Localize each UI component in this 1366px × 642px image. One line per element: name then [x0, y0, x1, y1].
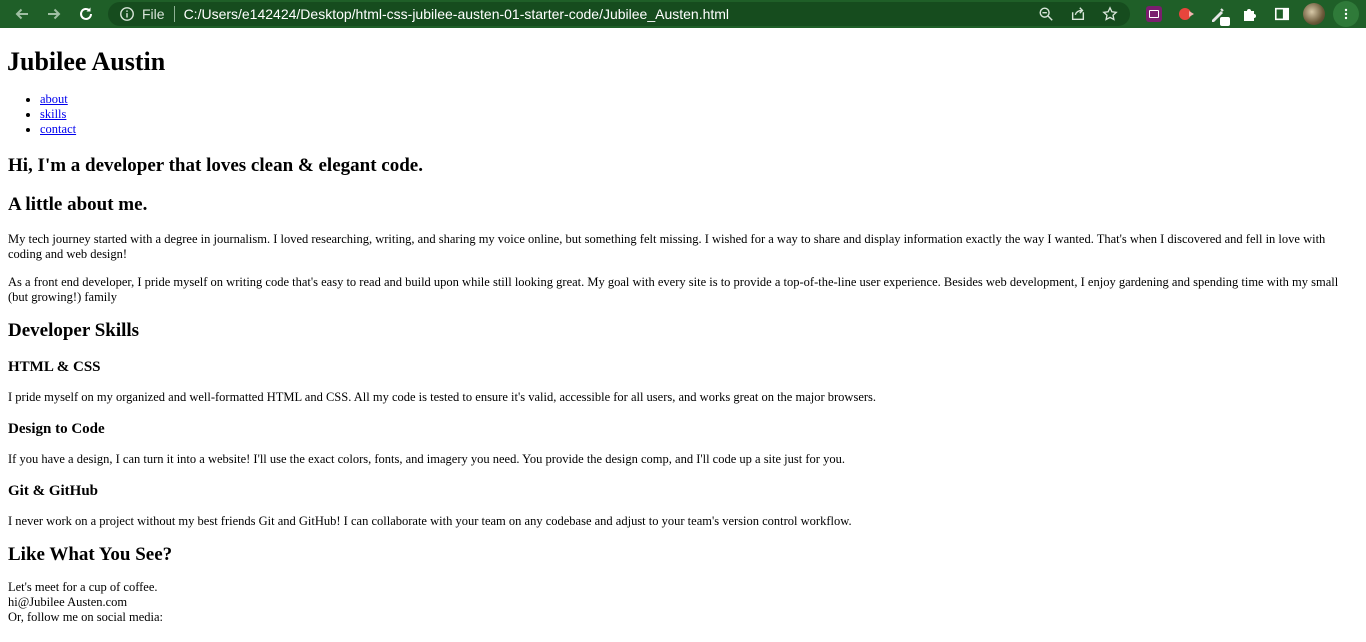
reload-button[interactable] [70, 0, 102, 28]
page-title: Jubilee Austin [7, 47, 166, 76]
nav-list: about skills contact [8, 92, 1358, 137]
nav-item-skills: skills [40, 107, 1358, 122]
skill-title: Git & GitHub [8, 483, 99, 499]
nav-item-contact: contact [40, 122, 1358, 137]
contact-heading: Like What You See? [8, 544, 173, 565]
address-bar[interactable]: File C:/Users/e142424/Desktop/html-css-j… [108, 2, 1130, 26]
skill-title: Design to Code [8, 421, 105, 437]
contact-line-coffee: Let's meet for a cup of coffee. [8, 580, 158, 594]
nav-link-contact[interactable]: contact [40, 122, 76, 136]
contact-block: Let's meet for a cup of coffee. hi@Jubil… [8, 580, 1358, 625]
sidepanel-icon[interactable] [1266, 0, 1298, 28]
nav-link-skills[interactable]: skills [40, 107, 66, 121]
zoom-icon[interactable] [1032, 2, 1060, 26]
contact-email: hi@Jubilee Austen.com [8, 595, 128, 609]
page-content: Jubilee Austin about skills contact Hi, … [0, 47, 1366, 625]
puzzle-icon[interactable] [1234, 0, 1266, 28]
record-icon[interactable] [1170, 0, 1202, 28]
back-button[interactable] [6, 0, 38, 28]
about-paragraph-1: My tech journey started with a degree in… [8, 232, 1326, 261]
file-label: File [142, 6, 165, 22]
forward-icon [48, 8, 61, 20]
profile-avatar[interactable] [1298, 0, 1330, 28]
about-heading: A little about me. [8, 194, 148, 215]
extension-icon[interactable] [1138, 0, 1170, 28]
contact-social-line: Or, follow me on social media: [8, 610, 164, 624]
nav-link-about[interactable]: about [40, 92, 68, 106]
skill-title: HTML & CSS [8, 359, 101, 375]
skill-text: If you have a design, I can turn it into… [8, 452, 845, 466]
nav-item-about: about [40, 92, 1358, 107]
menu-button[interactable] [1330, 0, 1362, 28]
menu-icon [1333, 1, 1359, 27]
forward-button[interactable] [38, 0, 70, 28]
info-icon[interactable] [118, 5, 136, 23]
share-icon[interactable] [1064, 2, 1092, 26]
skill-text: I pride myself on my organized and well-… [8, 390, 877, 404]
star-icon[interactable] [1096, 2, 1124, 26]
browser-toolbar: File C:/Users/e142424/Desktop/html-css-j… [0, 0, 1366, 28]
avatar [1303, 3, 1325, 25]
skill-text: I never work on a project without my bes… [8, 514, 852, 528]
divider [173, 6, 175, 22]
about-paragraph-2: As a front end developer, I pride myself… [8, 275, 1339, 304]
url-text[interactable]: C:/Users/e142424/Desktop/html-css-jubile… [184, 6, 729, 22]
skills-heading: Developer Skills [8, 320, 140, 341]
pen-icon[interactable] [1202, 0, 1234, 28]
back-icon [15, 8, 28, 20]
reload-icon [80, 7, 92, 20]
intro-heading: Hi, I'm a developer that loves clean & e… [8, 155, 423, 176]
